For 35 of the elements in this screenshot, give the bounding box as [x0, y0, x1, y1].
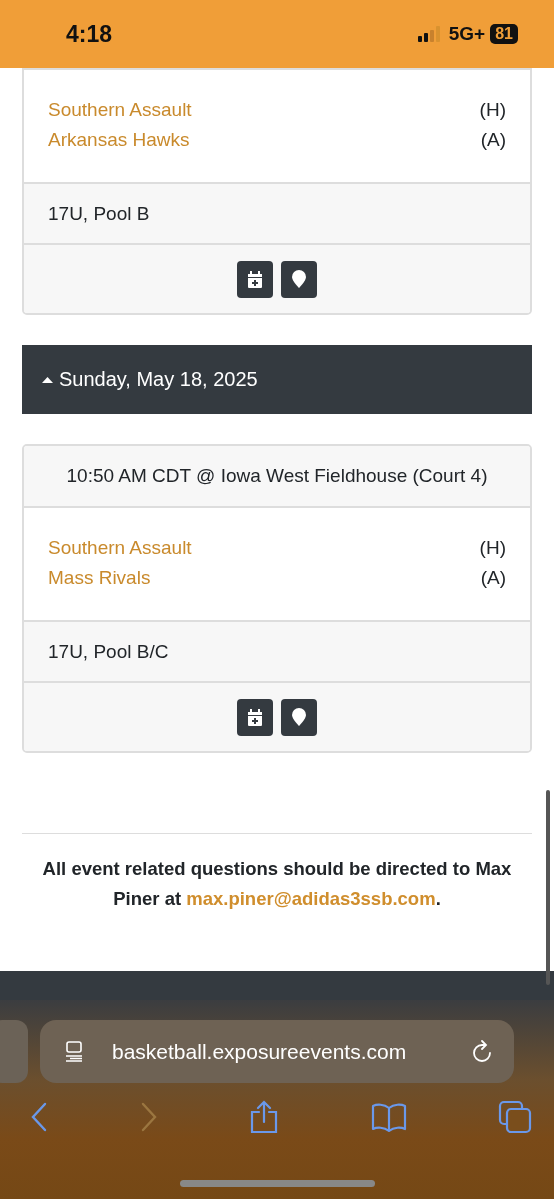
date-label: Sunday, May 18, 2025: [59, 368, 258, 391]
team-link[interactable]: Southern Assault: [48, 95, 192, 125]
reload-icon[interactable]: [472, 1039, 494, 1064]
game-division: 17U, Pool B/C: [48, 640, 169, 663]
battery-level: 81: [490, 24, 518, 44]
email-link[interactable]: max.piner@adidas3ssb.com: [186, 888, 436, 909]
back-icon[interactable]: [30, 1102, 48, 1132]
tabs-icon[interactable]: [498, 1100, 532, 1134]
map-location-button[interactable]: [281, 260, 317, 298]
team-side: (H): [479, 98, 506, 122]
network-type: 5G+: [448, 23, 486, 45]
map-location-button[interactable]: [281, 698, 317, 736]
add-to-calendar-button[interactable]: [237, 698, 273, 736]
map-pin-icon: [292, 270, 306, 288]
game-division: 17U, Pool B: [48, 202, 150, 225]
contact-note: All event related questions should be directed to Max Piner at max.piner@adidas3ssb.com.: [41, 857, 513, 911]
team-side: (A): [480, 566, 506, 590]
reader-icon: [64, 1040, 84, 1063]
calendar-plus-icon: [247, 270, 263, 288]
map-pin-icon: [292, 708, 306, 726]
share-icon[interactable]: [249, 1100, 279, 1134]
url-text: basketball.exposureevents.com: [112, 1039, 408, 1064]
status-time: 4:18: [66, 20, 113, 48]
team-side: (A): [480, 128, 506, 152]
date-header[interactable]: Sunday, May 18, 2025: [22, 345, 532, 414]
team-side: (H): [479, 536, 506, 560]
team-link[interactable]: Southern Assault: [48, 533, 192, 563]
calendar-plus-icon: [247, 708, 263, 726]
book-icon[interactable]: [370, 1102, 407, 1132]
add-to-calendar-button[interactable]: [237, 260, 273, 298]
team-link[interactable]: Arkansas Hawks: [48, 125, 190, 155]
tab-preview: [0, 1020, 28, 1083]
game-time: 10:50 AM CDT @ Iowa West Fieldhouse (Court 4): [24, 446, 530, 508]
team-link[interactable]: Mass Rivals: [48, 563, 151, 593]
address-bar[interactable]: basketball.exposureevents.com: [40, 1020, 514, 1083]
